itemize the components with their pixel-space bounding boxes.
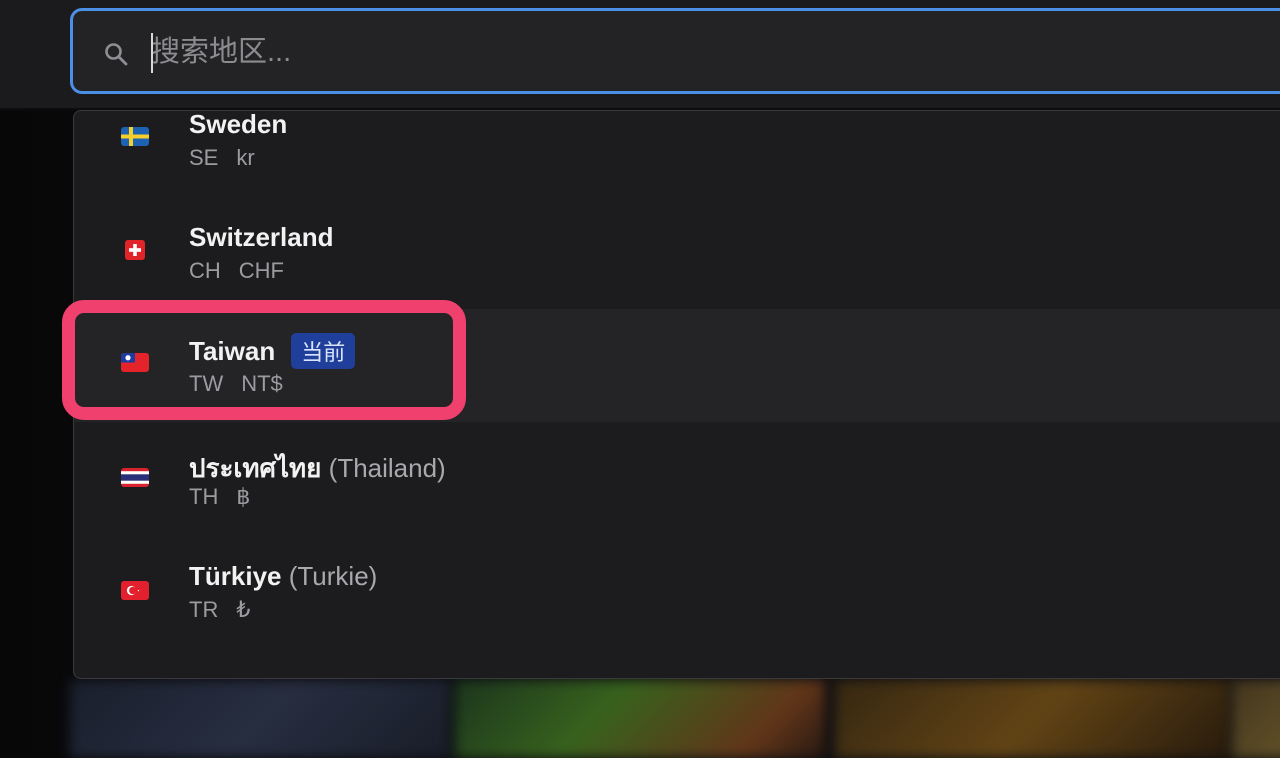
blurred-thumbnail <box>70 680 450 758</box>
search-box[interactable] <box>70 8 1280 94</box>
turkey-flag-icon <box>121 581 149 600</box>
blurred-thumbnail <box>455 680 825 758</box>
top-bar <box>0 0 1280 108</box>
region-selector-screen: Sweden SE kr Switzerland CH CHF <box>0 0 1280 758</box>
region-code-currency: CH CHF <box>189 258 284 284</box>
region-item-sweden[interactable]: Sweden SE kr <box>74 110 1280 196</box>
region-code-currency: TW NT$ <box>189 371 283 397</box>
region-english-name: (Turkie) <box>288 561 378 591</box>
blurred-thumbnail <box>1232 680 1280 758</box>
region-code-currency: TR ₺ <box>189 597 250 623</box>
thailand-flag-icon <box>121 468 149 487</box>
switzerland-flag-icon <box>125 240 145 260</box>
region-dropdown-list[interactable]: Sweden SE kr Switzerland CH CHF Taiwan 当… <box>73 110 1280 679</box>
current-badge: 当前 <box>291 333 356 369</box>
search-icon <box>105 43 128 66</box>
region-name: Taiwan 当前 <box>189 333 356 371</box>
region-code: TR <box>189 597 219 622</box>
region-item-thailand[interactable]: ประเทศไทย (Thailand) TH ฿ <box>74 422 1280 535</box>
region-name: Türkiye (Turkie) <box>189 561 378 591</box>
region-currency: NT$ <box>241 371 283 396</box>
text-cursor <box>151 33 153 73</box>
region-item-taiwan[interactable]: Taiwan 当前 TW NT$ <box>74 309 1280 422</box>
region-english-name: (Thailand) <box>328 453 446 483</box>
region-currency: ₺ <box>236 597 251 622</box>
region-name: ประเทศไทย (Thailand) <box>189 453 446 483</box>
region-currency: ฿ <box>236 484 251 509</box>
region-currency: kr <box>236 145 255 170</box>
region-name: Sweden <box>189 110 288 139</box>
region-item-switzerland[interactable]: Switzerland CH CHF <box>74 196 1280 309</box>
region-code: TW <box>189 371 224 396</box>
region-code-currency: TH ฿ <box>189 484 250 510</box>
region-name: Switzerland <box>189 222 334 252</box>
region-search-input[interactable] <box>151 29 1251 75</box>
region-currency: CHF <box>238 258 284 283</box>
region-code: CH <box>189 258 221 283</box>
region-item-turkiye[interactable]: Türkiye (Turkie) TR ₺ <box>74 535 1280 648</box>
region-code: TH <box>189 484 219 509</box>
sweden-flag-icon <box>121 127 149 146</box>
region-code: SE <box>189 145 219 170</box>
taiwan-flag-icon <box>121 353 149 372</box>
region-code-currency: SE kr <box>189 145 255 171</box>
blurred-thumbnail <box>835 680 1230 758</box>
